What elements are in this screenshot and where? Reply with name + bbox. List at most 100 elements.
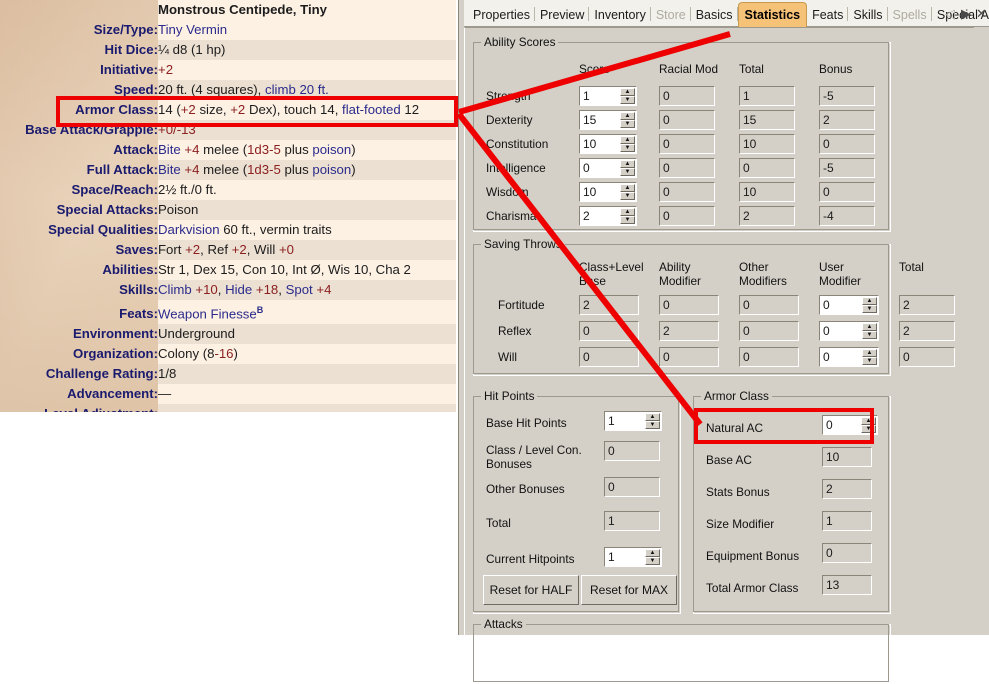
save-other-mod-fortitude: 0 [739, 295, 799, 315]
stepper-down-icon[interactable]: ▼ [620, 216, 635, 224]
ability-score-wisdom[interactable]: 10 ▲ ▼ [579, 182, 637, 202]
reset-for-half-button[interactable]: Reset for HALF [483, 575, 579, 605]
stat-value: Climb +10, Hide +18, Spot +4 [158, 280, 456, 300]
stepper-down-icon[interactable]: ▼ [620, 96, 635, 104]
tab-preview[interactable]: Preview [535, 4, 590, 26]
ability-total-charisma: 2 [739, 206, 795, 226]
hit-points-field-current-hitpoints-steppers[interactable]: ▲ ▼ [645, 549, 660, 565]
stepper-up-icon[interactable]: ▲ [862, 323, 877, 331]
stepper-up-icon[interactable]: ▲ [620, 160, 635, 168]
ability-label-charisma: Charisma [486, 209, 537, 223]
ability-score-charisma[interactable]: 2 ▲ ▼ [579, 206, 637, 226]
stat-row: Skills: Climb +10, Hide +18, Spot +4 [0, 280, 456, 300]
tab-statistics[interactable]: Statistics [737, 2, 808, 27]
ability-score-constitution[interactable]: 10 ▲ ▼ [579, 134, 637, 154]
stat-value: Bite +4 melee (1d3-5 plus poison) [158, 160, 456, 180]
ability-racial-mod-wisdom: 0 [659, 182, 715, 202]
save-user-mod-reflex-value: 0 [823, 324, 830, 338]
stepper-up-icon[interactable]: ▲ [862, 297, 877, 305]
ability-bonus-constitution: 0 [819, 134, 875, 154]
tab-nav-next-icon[interactable]: ▶ [961, 5, 971, 23]
stat-value: Underground [158, 324, 456, 345]
save-col-header-line2: Modifiers [739, 274, 787, 288]
save-user-mod-reflex-steppers[interactable]: ▲ ▼ [862, 323, 877, 339]
hit-points-label-total: Total [486, 516, 511, 530]
saving-throws-group: Saving Throws Class+LevelBaseAbilityModi… [473, 237, 955, 376]
stat-value: Darkvision 60 ft., vermin traits [158, 220, 456, 240]
stat-value: — [158, 384, 456, 405]
ability-score-intelligence-steppers[interactable]: ▲ ▼ [620, 160, 635, 176]
save-col-header-line2: Modifier [659, 274, 701, 288]
hit-points-field-current-hitpoints[interactable]: 1 ▲ ▼ [604, 547, 662, 567]
ability-bonus-dexterity: 2 [819, 110, 875, 130]
save-user-mod-will-steppers[interactable]: ▲ ▼ [862, 349, 877, 365]
save-user-mod-fortitude-steppers[interactable]: ▲ ▼ [862, 297, 877, 313]
stat-label: Special Qualities: [48, 222, 158, 237]
stat-row: Size/Type: Tiny Vermin [0, 20, 456, 40]
save-user-mod-fortitude[interactable]: 0 ▲ ▼ [819, 295, 879, 315]
hit-points-field-base-hit-points[interactable]: 1 ▲ ▼ [604, 411, 662, 431]
ability-col-header: Bonus [819, 62, 853, 76]
stepper-up-icon[interactable]: ▲ [620, 136, 635, 144]
stat-label: Environment: [73, 326, 158, 342]
stepper-up-icon[interactable]: ▲ [645, 413, 660, 421]
tab-basics[interactable]: Basics [691, 4, 738, 26]
hit-points-label-class-level-con-line1: Class / Level Con. [486, 443, 582, 457]
hit-points-field-base-hit-points-steppers[interactable]: ▲ ▼ [645, 413, 660, 429]
tab-properties[interactable]: Properties [468, 4, 535, 26]
ability-score-intelligence[interactable]: 0 ▲ ▼ [579, 158, 637, 178]
stat-row: Abilities: Str 1, Dex 15, Con 10, Int Ø, … [0, 260, 456, 280]
stepper-down-icon[interactable]: ▼ [620, 120, 635, 128]
save-total-reflex: 2 [899, 321, 955, 341]
stepper-down-icon[interactable]: ▼ [862, 331, 877, 339]
ability-score-constitution-steppers[interactable]: ▲ ▼ [620, 136, 635, 152]
save-col-header-line2: Modifier [819, 274, 861, 288]
stepper-up-icon[interactable]: ▲ [620, 112, 635, 120]
ability-score-wisdom-steppers[interactable]: ▲ ▼ [620, 184, 635, 200]
save-ability-mod-reflex: 2 [659, 321, 719, 341]
ability-score-strength[interactable]: 1 ▲ ▼ [579, 86, 637, 106]
stepper-down-icon[interactable]: ▼ [862, 357, 877, 365]
stat-label: Abilities: [102, 262, 158, 277]
ability-score-dexterity[interactable]: 15 ▲ ▼ [579, 110, 637, 130]
tab-close-icon[interactable]: ✕ [976, 5, 987, 23]
ability-score-charisma-steppers[interactable]: ▲ ▼ [620, 208, 635, 224]
stat-row: Level Adjustment:— [0, 404, 456, 412]
stepper-up-icon[interactable]: ▲ [620, 184, 635, 192]
stepper-down-icon[interactable]: ▼ [645, 421, 660, 429]
ability-total-constitution: 10 [739, 134, 795, 154]
tab-skills[interactable]: Skills [848, 4, 888, 26]
stepper-up-icon[interactable]: ▲ [862, 349, 877, 357]
armor-class-label-size-modifier: Size Modifier [706, 517, 775, 531]
stepper-down-icon[interactable]: ▼ [645, 557, 660, 565]
save-user-mod-reflex[interactable]: 0 ▲ ▼ [819, 321, 879, 341]
ability-score-dexterity-value: 15 [583, 113, 597, 127]
ability-total-wisdom: 10 [739, 182, 795, 202]
ability-scores-title: Ability Scores [481, 35, 559, 49]
stepper-up-icon[interactable]: ▲ [645, 549, 660, 557]
save-label-will: Will [498, 350, 517, 364]
stat-label: Skills: [119, 282, 158, 297]
stepper-up-icon[interactable]: ▲ [620, 208, 635, 216]
ability-score-strength-steppers[interactable]: ▲ ▼ [620, 88, 635, 104]
annotation-box-natural-ac [694, 408, 874, 444]
tab-inventory[interactable]: Inventory [589, 4, 652, 26]
ability-bonus-charisma: -4 [819, 206, 875, 226]
stepper-down-icon[interactable]: ▼ [620, 192, 635, 200]
stat-value: Weapon FinesseB [158, 300, 456, 325]
save-base-will: 0 [579, 347, 639, 367]
armor-class-field-equipment-bonus: 0 [822, 543, 872, 563]
save-user-mod-will[interactable]: 0 ▲ ▼ [819, 347, 879, 367]
stepper-down-icon[interactable]: ▼ [620, 144, 635, 152]
stat-row: Environment: Underground [0, 324, 456, 345]
ability-score-dexterity-steppers[interactable]: ▲ ▼ [620, 112, 635, 128]
stepper-down-icon[interactable]: ▼ [620, 168, 635, 176]
ability-score-intelligence-value: 0 [583, 161, 590, 175]
stepper-up-icon[interactable]: ▲ [620, 88, 635, 96]
ability-racial-mod-strength: 0 [659, 86, 715, 106]
reset-for-max-button[interactable]: Reset for MAX [581, 575, 677, 605]
stat-label: Attack: [113, 142, 158, 157]
tab-feats[interactable]: Feats [807, 4, 849, 26]
stepper-down-icon[interactable]: ▼ [862, 305, 877, 313]
stat-row: Attack: Bite +4 melee (1d3-5 plus poison) [0, 140, 456, 160]
